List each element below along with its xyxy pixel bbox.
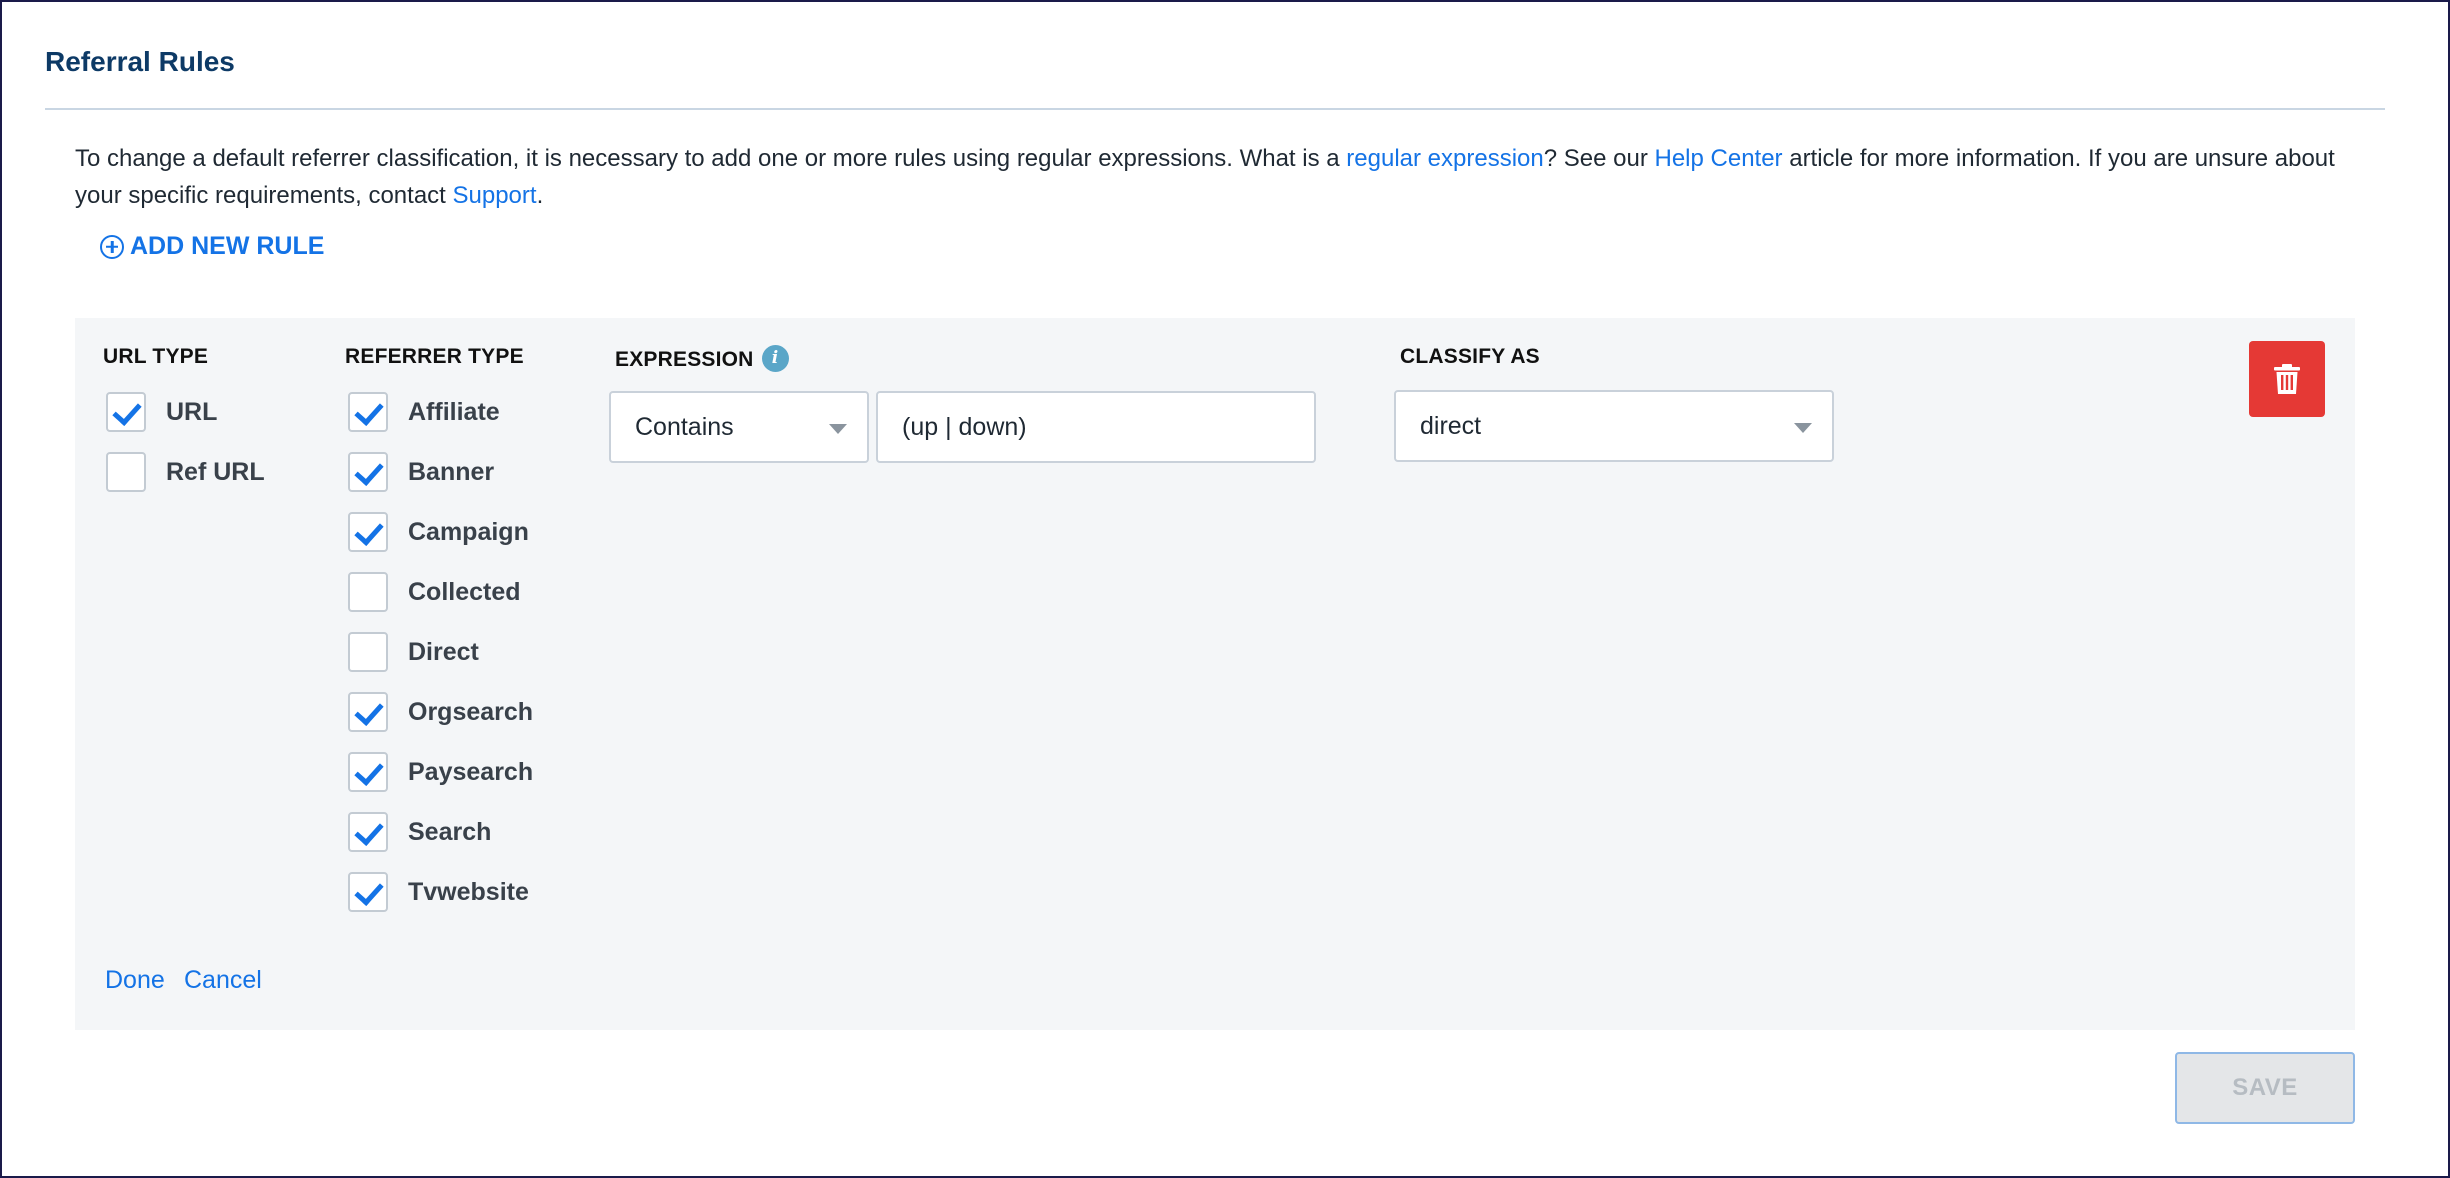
title-divider: [45, 108, 2385, 110]
referrer-option-affiliate[interactable]: Affiliate: [348, 392, 500, 432]
checkbox-label: Orgsearch: [408, 697, 534, 726]
url-type-option-url[interactable]: URL: [106, 392, 217, 432]
url-type-option-ref-url[interactable]: Ref URL: [106, 452, 265, 492]
referrer-option-collected[interactable]: Collected: [348, 572, 521, 612]
expression-operator-select[interactable]: Contains: [609, 391, 869, 463]
referrer-type-header: REFERRER TYPE: [345, 345, 524, 368]
referrer-option-campaign[interactable]: Campaign: [348, 512, 529, 552]
referrer-option-tvwebsite[interactable]: Tvwebsite: [348, 872, 529, 912]
checkbox-label: Affiliate: [408, 397, 500, 426]
referrer-option-search[interactable]: Search: [348, 812, 491, 852]
checkbox-label: Search: [408, 817, 492, 846]
checkbox-orgsearch[interactable]: [348, 692, 388, 732]
page-title: Referral Rules: [45, 46, 235, 77]
checkbox-direct[interactable]: [348, 632, 388, 672]
intro-text-part: ? See our: [1543, 145, 1655, 172]
checkbox-label: Banner: [408, 457, 495, 486]
expression-header: EXPRESSION i: [615, 345, 789, 372]
checkbox-url[interactable]: [106, 392, 146, 432]
save-button[interactable]: SAVE: [2175, 1052, 2355, 1124]
caret-down-icon: [1794, 423, 1812, 433]
intro-text-part: .: [536, 182, 544, 209]
checkbox-banner[interactable]: [348, 452, 388, 492]
classify-as-value: direct: [1420, 411, 1482, 440]
checkbox-label: URL: [166, 397, 218, 426]
add-new-rule-button[interactable]: ADD NEW RULE: [100, 232, 324, 261]
delete-rule-button[interactable]: [2249, 341, 2325, 417]
trash-icon: [2274, 364, 2300, 394]
url-type-header: URL TYPE: [103, 345, 209, 368]
help-center-link[interactable]: Help Center: [1654, 145, 1782, 172]
checkbox-label: Direct: [408, 637, 479, 666]
checkbox-collected[interactable]: [348, 572, 388, 612]
intro-text: To change a default referrer classificat…: [75, 140, 2345, 214]
intro-text-part: To change a default referrer classificat…: [75, 145, 1347, 172]
classify-as-header: CLASSIFY AS: [1400, 345, 1540, 368]
caret-down-icon: [829, 424, 847, 434]
done-link[interactable]: Done: [105, 966, 165, 995]
referrer-option-orgsearch[interactable]: Orgsearch: [348, 692, 533, 732]
checkbox-search[interactable]: [348, 812, 388, 852]
expression-value-input[interactable]: [876, 391, 1316, 463]
checkbox-label: Tvwebsite: [408, 877, 529, 906]
checkbox-label: Collected: [408, 577, 521, 606]
checkbox-tvwebsite[interactable]: [348, 872, 388, 912]
checkbox-label: Campaign: [408, 517, 529, 546]
expression-header-label: EXPRESSION: [615, 348, 754, 371]
plus-circle-icon: [100, 234, 124, 259]
page-frame: Referral Rules To change a default refer…: [0, 0, 2450, 1178]
referrer-option-paysearch[interactable]: Paysearch: [348, 752, 533, 792]
expression-operator-value: Contains: [635, 412, 734, 441]
add-new-rule-label: ADD NEW RULE: [130, 232, 325, 260]
checkbox-paysearch[interactable]: [348, 752, 388, 792]
checkbox-campaign[interactable]: [348, 512, 388, 552]
cancel-link[interactable]: Cancel: [184, 966, 262, 995]
support-link[interactable]: Support: [453, 182, 537, 209]
regular-expression-link[interactable]: regular expression: [1346, 145, 1543, 172]
referrer-option-banner[interactable]: Banner: [348, 452, 494, 492]
referrer-option-direct[interactable]: Direct: [348, 632, 479, 672]
checkbox-label: Ref URL: [166, 457, 265, 486]
checkbox-ref-url[interactable]: [106, 452, 146, 492]
checkbox-label: Paysearch: [408, 757, 534, 786]
info-icon[interactable]: i: [761, 345, 789, 372]
classify-as-select[interactable]: direct: [1394, 390, 1834, 462]
checkbox-affiliate[interactable]: [348, 392, 388, 432]
